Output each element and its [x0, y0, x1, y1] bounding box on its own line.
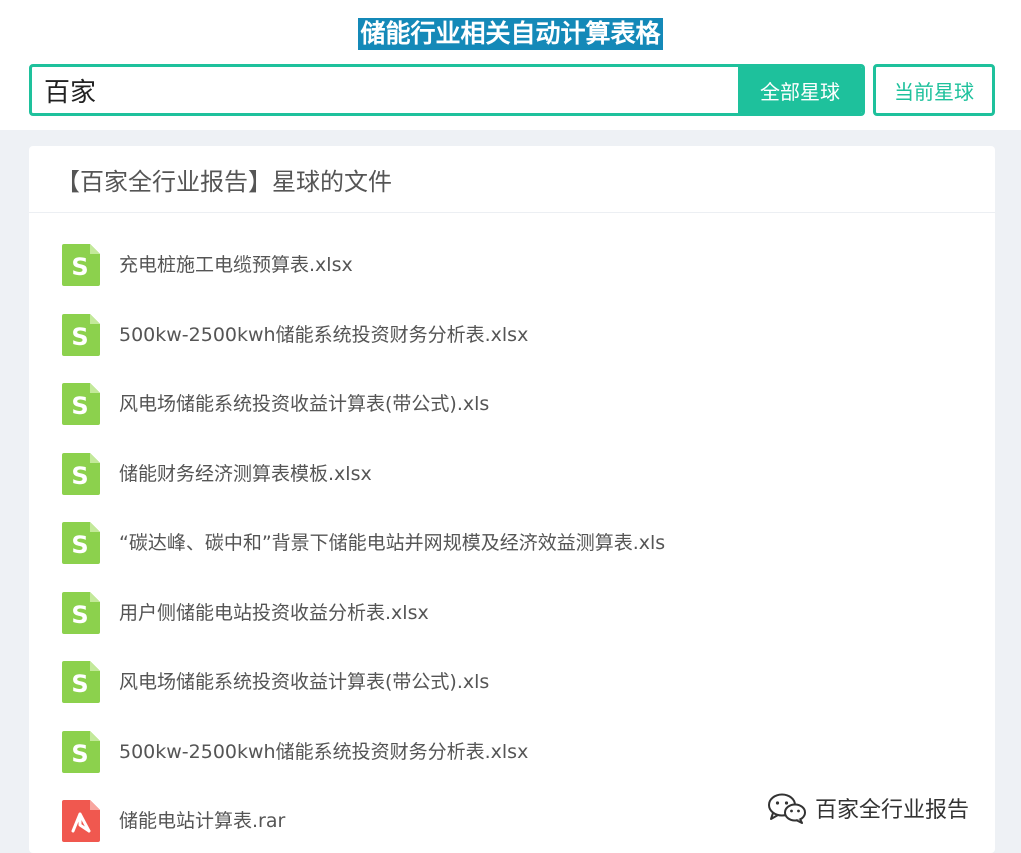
- svg-text:S: S: [71, 670, 88, 698]
- search-input[interactable]: [32, 67, 738, 113]
- svg-text:S: S: [71, 253, 88, 281]
- archive-icon: [62, 800, 100, 842]
- wechat-icon: [768, 793, 806, 824]
- file-name: “碳达峰、碳中和”背景下储能电站并网规模及经济效益测算表.xls: [119, 532, 666, 554]
- file-item[interactable]: S 500kw-2500kwh储能系统投资财务分析表.xlsx: [62, 730, 528, 774]
- spreadsheet-icon: S: [62, 383, 100, 425]
- file-name: 充电桩施工电缆预算表.xlsx: [119, 254, 353, 276]
- file-item[interactable]: S “碳达峰、碳中和”背景下储能电站并网规模及经济效益测算表.xls: [62, 521, 665, 565]
- file-panel-title: 【百家全行业报告】星球的文件: [29, 146, 995, 213]
- watermark: 百家全行业报告: [767, 792, 969, 824]
- file-panel: 【百家全行业报告】星球的文件 S 充电桩施工电缆预算表.xlsx S 500kw…: [29, 146, 995, 853]
- file-name: 500kw-2500kwh储能系统投资财务分析表.xlsx: [119, 741, 529, 763]
- svg-text:S: S: [71, 462, 88, 490]
- file-item[interactable]: S 风电场储能系统投资收益计算表(带公式).xls: [62, 660, 489, 704]
- file-name: 500kw-2500kwh储能系统投资财务分析表.xlsx: [119, 324, 529, 346]
- svg-text:S: S: [71, 323, 88, 351]
- spreadsheet-icon: S: [62, 731, 100, 773]
- spreadsheet-icon: S: [62, 661, 100, 703]
- file-name: 风电场储能系统投资收益计算表(带公式).xls: [119, 393, 490, 415]
- search-current-planet-button[interactable]: 当前星球: [873, 64, 995, 116]
- spreadsheet-icon: S: [62, 453, 100, 495]
- file-name: 储能财务经济测算表模板.xlsx: [119, 463, 372, 485]
- svg-text:S: S: [71, 740, 88, 768]
- svg-text:S: S: [71, 601, 88, 629]
- file-item[interactable]: S 风电场储能系统投资收益计算表(带公式).xls: [62, 382, 489, 426]
- file-item[interactable]: S 500kw-2500kwh储能系统投资财务分析表.xlsx: [62, 313, 528, 357]
- file-item[interactable]: S 用户侧储能电站投资收益分析表.xlsx: [62, 591, 429, 635]
- spreadsheet-icon: S: [62, 314, 100, 356]
- file-item[interactable]: S 储能财务经济测算表模板.xlsx: [62, 452, 372, 496]
- file-item[interactable]: S 充电桩施工电缆预算表.xlsx: [62, 243, 353, 287]
- svg-text:S: S: [71, 531, 88, 559]
- svg-text:S: S: [71, 392, 88, 420]
- page-header: 储能行业相关自动计算表格: [0, 18, 1021, 50]
- watermark-text: 百家全行业报告: [815, 798, 970, 823]
- spreadsheet-icon: S: [62, 592, 100, 634]
- page-title: 储能行业相关自动计算表格: [358, 18, 663, 50]
- file-name: 风电场储能系统投资收益计算表(带公式).xls: [119, 671, 490, 693]
- search-all-planets-button[interactable]: 全部星球: [738, 67, 862, 113]
- file-item[interactable]: 储能电站计算表.rar: [62, 799, 285, 843]
- file-name: 储能电站计算表.rar: [119, 810, 286, 832]
- search-bar: 全部星球: [29, 64, 865, 116]
- file-name: 用户侧储能电站投资收益分析表.xlsx: [119, 602, 429, 624]
- spreadsheet-icon: S: [62, 244, 100, 286]
- spreadsheet-icon: S: [62, 522, 100, 564]
